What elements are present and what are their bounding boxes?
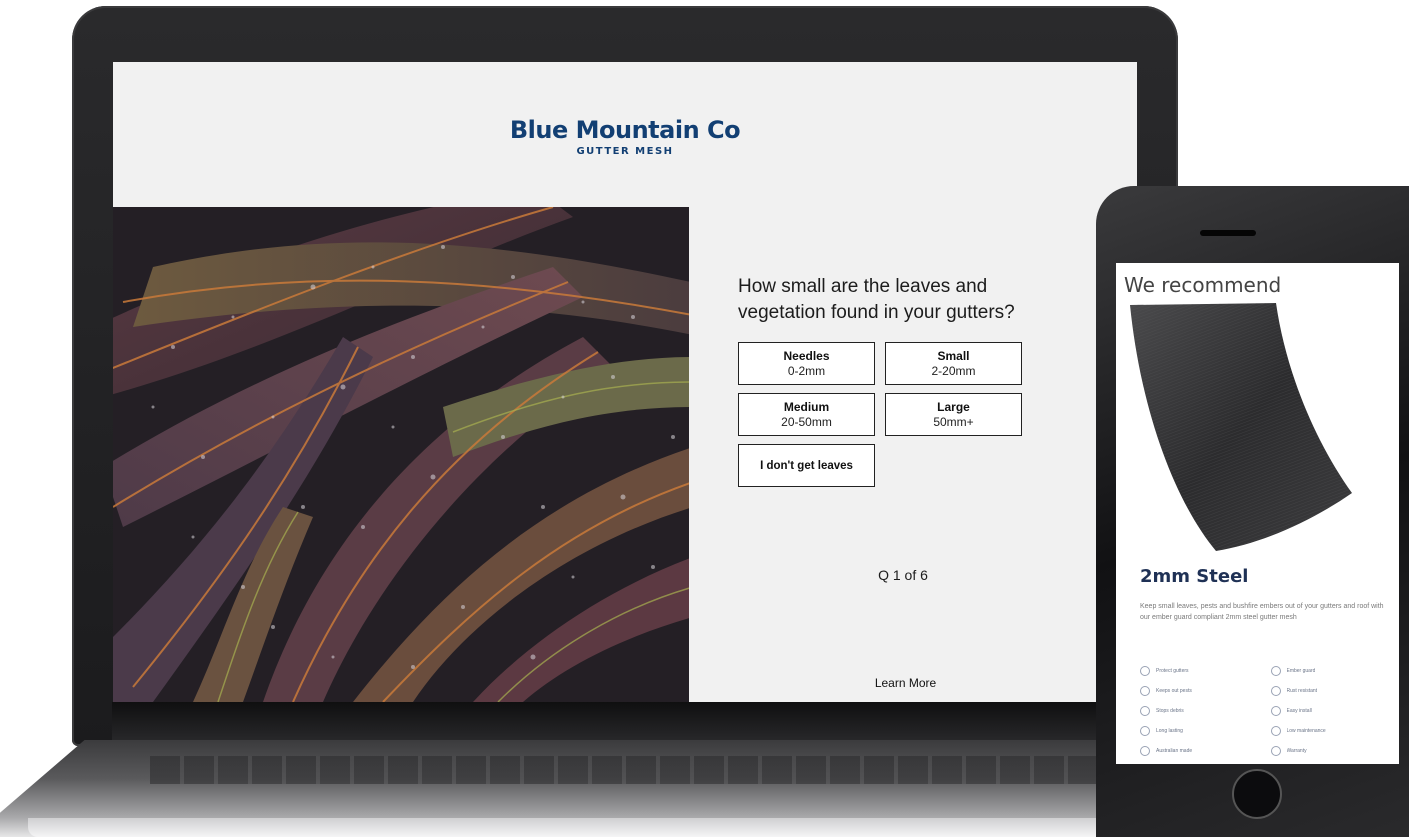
option-size: 20-50mm	[781, 415, 832, 429]
option-no-leaves[interactable]: I don't get leaves	[738, 444, 875, 487]
option-label: I don't get leaves	[760, 459, 853, 472]
laptop-front-edge	[28, 818, 1228, 837]
feature-item: Protect gutters	[1140, 665, 1265, 676]
feature-item: Low maintenance	[1270, 725, 1396, 736]
laptop-keyboard	[150, 756, 1110, 784]
phone-speaker	[1200, 230, 1256, 236]
mesh-product-image	[1130, 303, 1352, 551]
feature-label: Stops debris	[1156, 707, 1184, 714]
option-size: 50mm+	[933, 415, 974, 429]
feature-icon	[1270, 685, 1281, 696]
option-size: 0-2mm	[787, 364, 826, 378]
brand-tagline: GUTTER MESH	[576, 146, 674, 157]
feature-item: Warranty	[1270, 745, 1396, 756]
recommendation-title: We recommend	[1124, 273, 1282, 297]
learn-more-link[interactable]: Learn More	[853, 676, 958, 690]
feature-item: Easy install	[1270, 705, 1396, 716]
product-description: Keep small leaves, pests and bushfire em…	[1140, 603, 1384, 621]
feature-icon	[1270, 705, 1281, 716]
feature-label: Australian made	[1156, 747, 1193, 754]
option-label: Needles	[783, 349, 830, 363]
question-progress: Q 1 of 6	[878, 567, 928, 583]
feature-label: Easy install	[1286, 707, 1312, 714]
option-label: Medium	[783, 400, 830, 414]
feature-icon	[1140, 685, 1150, 696]
leaves-photo	[113, 207, 689, 702]
feature-item: Rust resistant	[1270, 685, 1396, 696]
feature-icon	[1270, 725, 1281, 736]
option-needles[interactable]: Needles 0-2mm	[738, 342, 875, 385]
feature-icon	[1140, 665, 1150, 676]
quiz-question: How small are the leaves and vegetation …	[738, 276, 1015, 323]
leaves-image	[113, 207, 689, 702]
feature-icon	[1270, 665, 1281, 676]
laptop-hinge	[112, 702, 1142, 746]
feature-item: Stops debris	[1140, 705, 1265, 716]
option-small[interactable]: Small 2-20mm	[885, 342, 1022, 385]
home-button[interactable]	[1232, 769, 1282, 819]
feature-item: Ember guard	[1270, 665, 1396, 676]
option-label: Large	[937, 400, 970, 414]
feature-label: Keeps out pests	[1156, 687, 1192, 694]
feature-icon	[1140, 705, 1150, 716]
option-large[interactable]: Large 50mm+	[885, 393, 1022, 436]
phone-screen: We recommend 2mm Steel Keep small leaves…	[1116, 263, 1399, 764]
feature-label: Protect gutters	[1156, 667, 1189, 674]
feature-list: Protect gutters Ember guard Keeps out pe…	[1140, 665, 1395, 756]
feature-item: Keeps out pests	[1140, 685, 1265, 696]
feature-label: Ember guard	[1286, 667, 1316, 674]
feature-icon	[1140, 745, 1150, 756]
option-size: 2-20mm	[931, 364, 976, 378]
feature-label: Low maintenance	[1286, 727, 1326, 734]
feature-label: Long lasting	[1156, 727, 1183, 734]
brand-logo[interactable]: Blue Mountain Co GUTTER MESH	[113, 116, 1137, 157]
laptop-screen: Blue Mountain Co GUTTER MESH How small a…	[113, 62, 1137, 702]
option-label: Small	[937, 349, 970, 363]
brand-name: Blue Mountain Co	[509, 116, 741, 144]
feature-label: Warranty	[1286, 747, 1307, 754]
option-medium[interactable]: Medium 20-50mm	[738, 393, 875, 436]
product-name: 2mm Steel	[1140, 566, 1249, 587]
feature-icon	[1140, 725, 1150, 736]
feature-item: Long lasting	[1140, 725, 1265, 736]
feature-item: Australian made	[1140, 745, 1265, 756]
feature-label: Rust resistant	[1286, 687, 1318, 694]
feature-icon	[1270, 745, 1281, 756]
